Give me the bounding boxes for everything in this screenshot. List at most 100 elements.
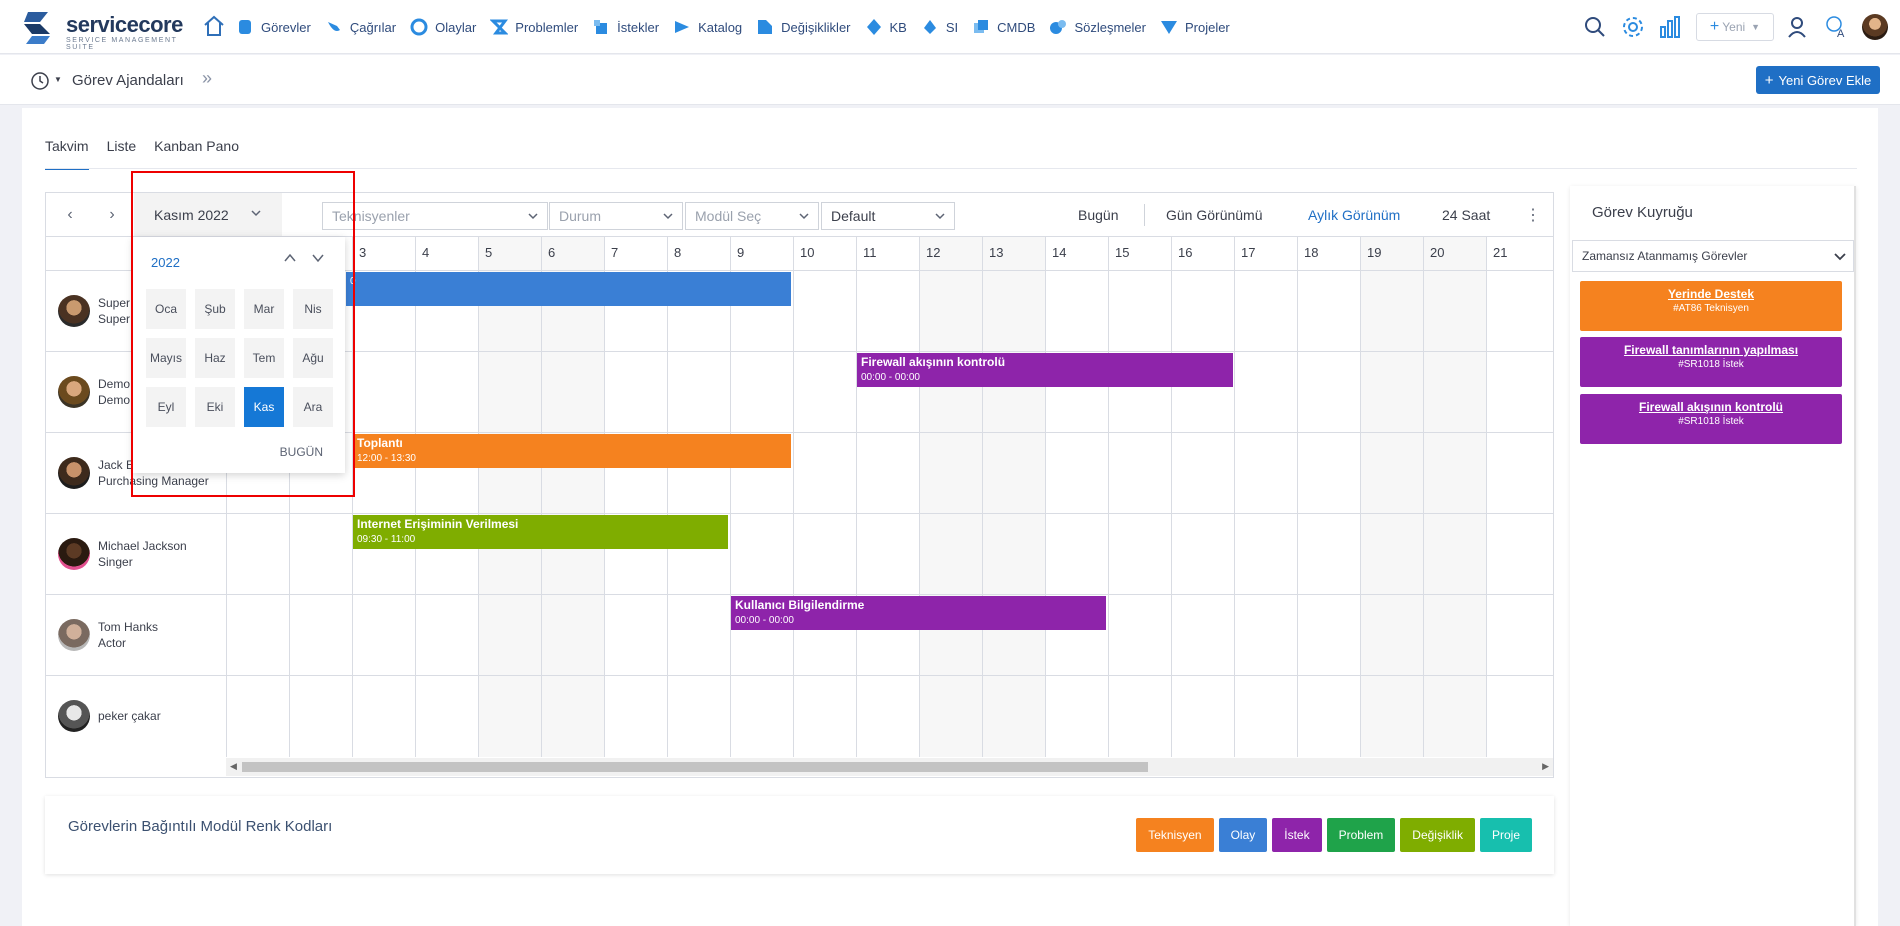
user-search-icon[interactable] [1786,14,1812,40]
day-number: 17 [1241,245,1256,260]
day-number: 10 [800,245,815,260]
day-column[interactable]: 14 [1045,237,1108,757]
technicians-filter[interactable]: Teknisyenler [322,202,548,230]
clock-icon[interactable] [30,71,50,91]
calendar-event[interactable]: 0 [346,272,791,306]
tab-liste[interactable]: Liste [107,138,137,170]
more-menu-icon[interactable]: ⋮ [1525,205,1541,225]
gear-icon[interactable] [1620,14,1646,40]
requests-icon [592,18,610,36]
prev-arrow-icon[interactable]: ‹ [60,205,80,225]
queue-filter-select[interactable]: Zamansız Atanmamış Görevler [1572,240,1854,272]
calendar-event[interactable]: Kullanıcı Bilgilendirme 00:00 - 00:00 [731,596,1106,630]
nav-item-problemler[interactable]: Problemler [489,18,579,36]
calendar-event[interactable]: Internet Erişiminin Verilmesi 09:30 - 11… [353,515,728,549]
add-task-button[interactable]: + Yeni Görev Ekle [1756,66,1880,94]
today-button[interactable]: Bugün [1078,207,1118,223]
nav-item-label: Katalog [698,19,743,35]
queue-item-title[interactable]: Firewall tanımlarının yapılması [1580,343,1842,357]
calendar-event[interactable]: Firewall akışının kontrolü 00:00 - 00:00 [857,353,1233,387]
day-column[interactable]: 18 [1297,237,1360,757]
view-select[interactable]: Default [821,202,955,230]
nav-item-cmdb[interactable]: CMDB [972,18,1035,36]
legend-item-proje[interactable]: Proje [1479,818,1532,852]
nav-item-cagrilar[interactable]: Çağrılar [325,18,396,36]
queue-scrollbar[interactable] [1854,186,1856,926]
day-column[interactable]: 17 [1234,237,1297,757]
scroll-left-icon[interactable]: ◀ [230,761,237,772]
day-column[interactable]: 8 [667,237,730,757]
legend-item-olay[interactable]: Olay [1218,818,1268,852]
day-column[interactable]: 11 [856,237,919,757]
queue-item-title[interactable]: Firewall akışının kontrolü [1580,400,1842,414]
day-column[interactable]: 7 [604,237,667,757]
nav-item-gorevler[interactable]: Görevler [236,18,311,36]
catalog-icon [673,18,691,36]
brand-logo[interactable]: servicecore SERVICE MANAGEMENT SUITE [20,8,183,51]
calendar-event[interactable]: Toplantı 12:00 - 13:30 [353,434,791,468]
resource-info: Demo Demo [98,376,130,408]
day-column[interactable]: 19 [1360,237,1423,757]
horizontal-scrollbar[interactable]: ◀ ▶ [226,758,1553,776]
day-column[interactable]: 20 [1423,237,1486,757]
queue-item[interactable]: Yerinde Destek #AT86 Teknisyen [1580,281,1842,331]
add-task-label: Yeni Görev Ekle [1778,72,1872,88]
new-button[interactable]: + Yeni ▼ [1696,13,1774,41]
chevron-down-icon [528,213,538,220]
nav-item-label: Problemler [515,19,579,35]
nav-item-label: Projeler [1184,19,1230,35]
tabs-divider [45,168,1857,169]
tab-kanban[interactable]: Kanban Pano [154,138,239,170]
day-column[interactable]: 13 [982,237,1045,757]
nav-item-sozlesmeler[interactable]: Sözleşmeler [1049,18,1146,36]
reports-chart-icon[interactable] [1658,14,1684,40]
legend-item-problem[interactable]: Problem [1326,818,1396,852]
tab-takvim[interactable]: Takvim [45,138,89,170]
month-view-button[interactable]: Aylık Görünüm [1308,207,1400,223]
nav-item-si[interactable]: SI [921,18,958,36]
scroll-right-icon[interactable]: ▶ [1542,761,1549,772]
legend-item-degisiklik[interactable]: Değişiklik [1400,818,1475,852]
page-title: Görev Ajandaları [72,72,184,89]
new-button-label: Yeni [1722,20,1746,34]
day-column[interactable]: 9 [730,237,793,757]
queue-item-subtitle: #SR1018 İstek [1678,359,1744,370]
nav-item-kb[interactable]: KB [865,18,907,36]
day-column[interactable]: 16 [1171,237,1234,757]
chevron-down-icon[interactable]: ▼ [54,75,62,84]
home-icon[interactable] [202,14,226,38]
queue-item[interactable]: Firewall tanımlarının yapılması #SR1018 … [1580,337,1842,387]
queue-item-title[interactable]: Yerinde Destek [1580,287,1842,301]
day-column[interactable]: 12 [919,237,982,757]
queue-item[interactable]: Firewall akışının kontrolü #SR1018 İstek [1580,394,1842,444]
queue-filter-label: Zamansız Atanmamış Görevler [1582,249,1748,263]
day-column[interactable]: 5 [478,237,541,757]
resource-name: Super [98,296,131,310]
status-filter[interactable]: Durum [549,202,683,230]
row-divider [46,675,1553,676]
day-column[interactable]: 21 [1486,237,1549,757]
nav-item-projeler[interactable]: Projeler [1160,18,1230,36]
resource-role: Super [98,312,131,326]
next-arrow-icon[interactable]: › [102,205,122,225]
nav-item-istekler[interactable]: İstekler [592,18,659,36]
search-icon[interactable] [1582,14,1608,40]
day-view-button[interactable]: Gün Görünümü [1166,207,1263,223]
user-avatar[interactable] [1862,14,1888,40]
day-column[interactable]: 10 [793,237,856,757]
day-column[interactable]: 3 [352,237,415,757]
module-filter[interactable]: Modül Seç [685,202,819,230]
scrollbar-thumb[interactable] [242,762,1148,772]
nav-item-degisiklikler[interactable]: Değişiklikler [756,18,851,36]
resource-role: Demo [98,393,131,407]
nav-item-olaylar[interactable]: Olaylar [410,18,476,36]
day-column[interactable]: 6 [541,237,604,757]
top-navbar: servicecore SERVICE MANAGEMENT SUITE Gör… [0,0,1900,54]
legend-item-teknisyen[interactable]: Teknisyen [1136,818,1214,852]
day-column[interactable]: 15 [1108,237,1171,757]
language-icon[interactable]: A [1824,14,1850,40]
legend-item-istek[interactable]: İstek [1272,818,1322,852]
hours-24-button[interactable]: 24 Saat [1442,207,1490,223]
nav-item-katalog[interactable]: Katalog [673,18,742,36]
day-column[interactable]: 4 [415,237,478,757]
